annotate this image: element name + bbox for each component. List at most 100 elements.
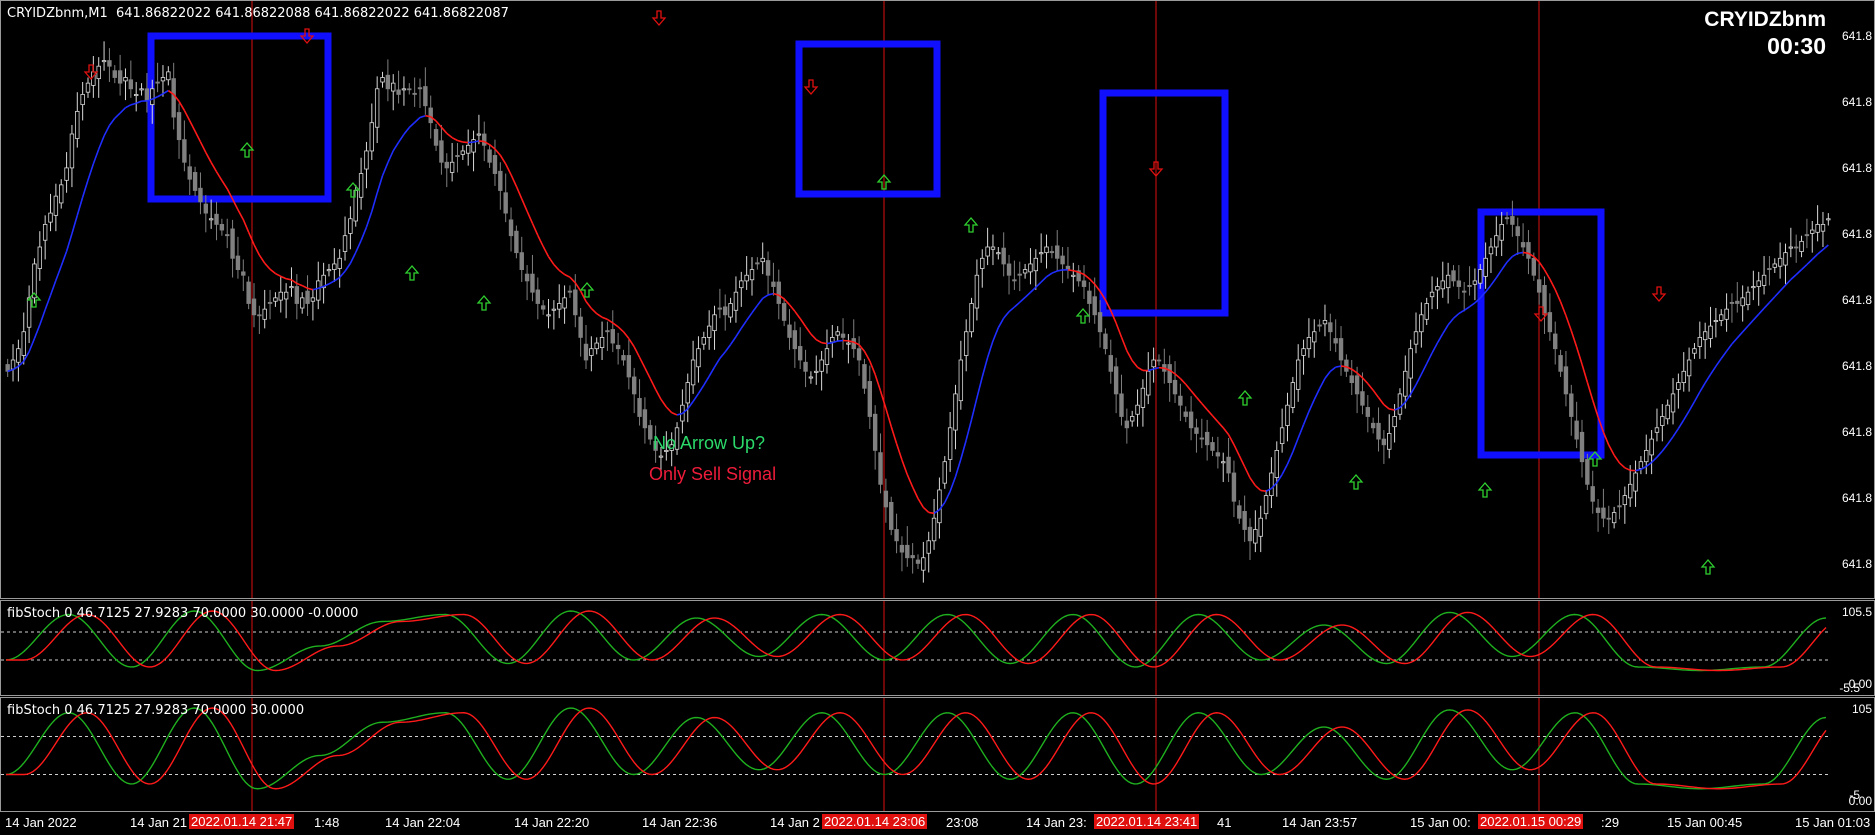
- time-label: 14 Jan 22:04: [385, 815, 461, 830]
- candle-body: [1028, 263, 1033, 273]
- candle-body: [396, 89, 401, 95]
- candle-body: [1478, 269, 1483, 284]
- candle-body: [176, 112, 182, 141]
- candle-body: [37, 246, 43, 269]
- candle-body: [364, 150, 369, 170]
- candle-body: [1772, 263, 1777, 268]
- candle-body: [235, 255, 241, 270]
- candle-body: [840, 333, 846, 338]
- candle-body: [867, 381, 873, 417]
- candle-body: [589, 348, 594, 356]
- sell-arrow: [651, 10, 667, 26]
- highlight-box: [1099, 89, 1229, 317]
- trend-ma-segment: [157, 93, 164, 98]
- trend-ma-segment: [376, 175, 384, 194]
- trend-ma-segment: [1040, 276, 1048, 283]
- trend-ma-segment: [1667, 436, 1674, 445]
- candle-body: [1467, 285, 1472, 287]
- trend-ma-segment: [1608, 444, 1615, 456]
- candle-body: [1172, 379, 1178, 395]
- trend-ma-segment: [869, 360, 876, 375]
- candle-body: [1499, 223, 1504, 241]
- candle-body: [171, 78, 176, 118]
- trend-ma-segment: [1227, 434, 1235, 445]
- trend-ma-segment: [1389, 408, 1395, 411]
- candle-body: [1285, 404, 1290, 426]
- candle-body: [1638, 461, 1644, 469]
- trend-ma-segment: [1779, 284, 1787, 292]
- buy-arrow: [1477, 482, 1493, 498]
- time-label: 15 Jan 01:03: [1795, 815, 1871, 830]
- sell-arrow: [803, 79, 819, 95]
- candle-body: [755, 262, 760, 265]
- candle-body: [1033, 257, 1039, 272]
- candle-body: [1681, 370, 1686, 383]
- signal-time-tag: 2022.01.15 00:29: [1478, 814, 1584, 829]
- candle-body: [1729, 301, 1735, 304]
- fibstoch-pane-2[interactable]: fibStoch 0 46.7125 27.9283 70.0000 30.00…: [0, 697, 1875, 812]
- candle-body: [1199, 437, 1205, 440]
- candle-body: [1274, 449, 1279, 478]
- trend-ma-segment: [1249, 477, 1257, 487]
- candle-body: [835, 331, 840, 336]
- trend-ma-segment: [408, 121, 416, 129]
- stoch-tick: -5.5: [1839, 681, 1860, 695]
- candle-body: [1472, 280, 1478, 285]
- trend-ma-segment: [103, 125, 111, 137]
- candle-body: [1322, 320, 1328, 325]
- candle-body: [1376, 422, 1381, 440]
- candle-body: [1804, 234, 1810, 237]
- candle-body: [487, 149, 492, 163]
- fibstoch-pane-1[interactable]: fibStoch 0 46.7125 27.9283 70.0000 30.00…: [0, 600, 1875, 696]
- candle-body: [1215, 452, 1221, 457]
- trend-ma-segment: [895, 443, 903, 461]
- trend-ma-segment: [119, 107, 127, 114]
- trend-ma-segment: [917, 498, 925, 508]
- bar-countdown-timer: 00:30: [1767, 33, 1826, 59]
- candle-body: [1644, 449, 1649, 463]
- trend-ma-segment: [178, 100, 186, 111]
- candle-body: [1617, 505, 1622, 508]
- trend-ma-segment: [537, 234, 544, 247]
- trend-ma-segment: [1699, 382, 1706, 393]
- candle-body: [1654, 427, 1660, 433]
- candle-body: [123, 77, 128, 82]
- candle-body: [1745, 291, 1751, 306]
- trend-ma-segment: [1613, 454, 1621, 464]
- trend-ma-segment: [1190, 390, 1198, 398]
- price-chart-pane[interactable]: CRYIDZbnm,M1 641.86822022 641.86822088 6…: [0, 0, 1875, 599]
- candle-body: [1788, 246, 1794, 249]
- candle-body: [1531, 257, 1537, 276]
- candle-body: [744, 274, 749, 282]
- trend-ma-segment: [1201, 402, 1208, 411]
- candle-body: [1317, 324, 1322, 327]
- trend-ma-segment: [1742, 325, 1749, 333]
- candle-body: [251, 298, 257, 316]
- candle-body: [53, 195, 59, 216]
- trend-ma-segment: [1704, 374, 1712, 384]
- trend-ma-segment: [788, 304, 796, 312]
- candle-body: [792, 330, 798, 350]
- candle-body: [519, 252, 524, 270]
- candle-body: [1258, 517, 1263, 537]
- time-label: 14 Jan 22:36: [642, 815, 718, 830]
- trend-ma-segment: [210, 162, 218, 173]
- candle-body: [926, 540, 931, 554]
- candle-body: [1103, 333, 1108, 350]
- buy-arrow: [1237, 390, 1253, 406]
- candle-body: [1424, 303, 1429, 320]
- annotation-only-sell: Only Sell Signal: [649, 464, 777, 484]
- candle-body: [551, 308, 557, 311]
- candle-body: [942, 461, 947, 484]
- trend-ma-segment: [1158, 366, 1165, 369]
- trend-ma-segment: [1211, 415, 1219, 423]
- trend-ma-segment: [762, 294, 769, 300]
- trend-ma-segment: [531, 222, 539, 236]
- trend-ma-segment: [76, 197, 84, 216]
- candle-body: [1124, 420, 1130, 429]
- trend-ma-segment: [49, 280, 57, 296]
- price-tick: 641.8: [1841, 359, 1872, 373]
- trend-ma-segment: [596, 312, 603, 318]
- trend-ma-segment: [633, 346, 641, 358]
- candle-body: [1204, 431, 1210, 446]
